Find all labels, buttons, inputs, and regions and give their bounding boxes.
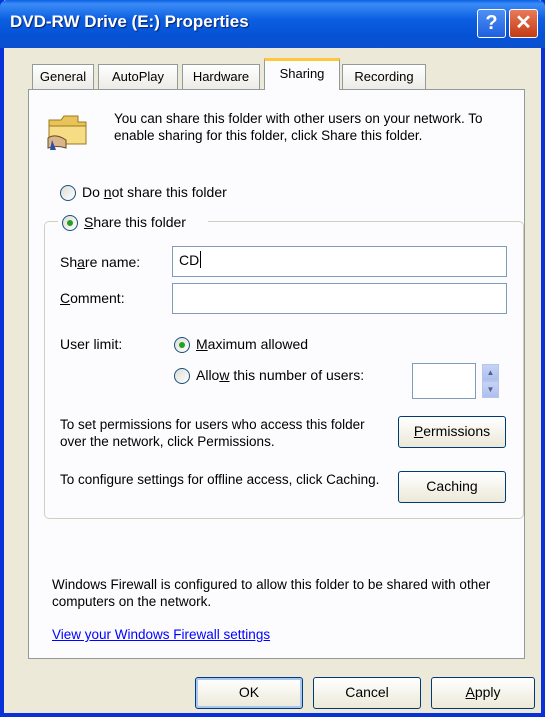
- tab-sharing[interactable]: Sharing: [264, 58, 340, 90]
- tab-autoplay[interactable]: AutoPlay: [98, 64, 178, 89]
- cancel-button[interactable]: Cancel: [313, 677, 421, 709]
- share-name-input[interactable]: CD: [172, 246, 507, 277]
- allow-number-radio[interactable]: [174, 368, 190, 384]
- share-this-folder-radio[interactable]: [62, 215, 78, 231]
- user-limit-label: User limit:: [60, 336, 123, 352]
- title-bar[interactable]: DVD-RW Drive (E:) Properties ? ✕: [0, 0, 545, 48]
- comment-input[interactable]: [172, 283, 507, 314]
- tab-general[interactable]: General: [32, 64, 94, 89]
- share-this-folder-label[interactable]: Share this folder: [84, 214, 186, 230]
- close-button[interactable]: ✕: [509, 9, 538, 38]
- maximum-allowed-label[interactable]: Maximum allowed: [196, 336, 308, 352]
- caching-button[interactable]: Caching: [398, 471, 506, 503]
- spin-up-arrow-icon[interactable]: ▲: [482, 364, 499, 381]
- user-count-input[interactable]: [412, 363, 476, 399]
- ok-button[interactable]: OK: [195, 677, 303, 709]
- do-not-share-radio[interactable]: [60, 185, 76, 201]
- comment-label: Comment:: [60, 290, 125, 306]
- firewall-status-text: Windows Firewall is configured to allow …: [52, 577, 491, 609]
- spin-down-arrow-icon[interactable]: ▼: [482, 381, 499, 398]
- do-not-share-label[interactable]: Do not share this folder: [82, 184, 227, 200]
- maximum-allowed-radio[interactable]: [174, 337, 190, 353]
- share-name-label: Share name:: [60, 254, 141, 270]
- folder-share-icon: [47, 115, 87, 150]
- apply-button[interactable]: Apply: [431, 677, 535, 709]
- window-title: DVD-RW Drive (E:) Properties: [10, 12, 249, 31]
- tab-hardware[interactable]: Hardware: [182, 64, 260, 89]
- help-button[interactable]: ?: [477, 9, 506, 38]
- permissions-description: To set permissions for users who access …: [60, 417, 365, 449]
- firewall-settings-link[interactable]: View your Windows Firewall settings: [52, 627, 270, 642]
- allow-number-label[interactable]: Allow this number of users:: [196, 367, 364, 383]
- user-count-spinner[interactable]: ▲ ▼: [482, 364, 499, 398]
- sharing-intro-text: You can share this folder with other use…: [114, 111, 483, 143]
- caching-description: To configure settings for offline access…: [60, 472, 380, 487]
- tab-recording[interactable]: Recording: [342, 64, 426, 89]
- text-caret: [200, 251, 202, 268]
- permissions-button[interactable]: Permissions: [398, 416, 506, 448]
